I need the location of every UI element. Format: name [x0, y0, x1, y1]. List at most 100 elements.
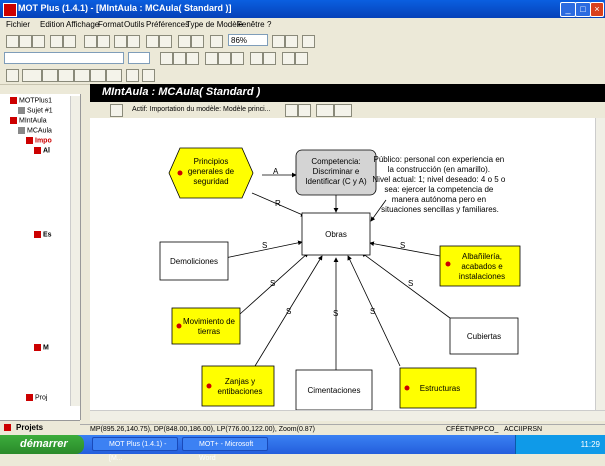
tree-item[interactable]: MCAula [18, 127, 52, 134]
align-center-icon[interactable] [218, 52, 231, 65]
print-icon[interactable] [50, 35, 63, 48]
node-marker-icon [176, 323, 182, 329]
home-icon[interactable] [285, 104, 298, 117]
oval-procedure-icon[interactable] [58, 69, 74, 82]
cut-icon[interactable] [84, 35, 97, 48]
tree-item[interactable]: Al [34, 147, 50, 154]
tree-item[interactable]: Sujet #1 [18, 107, 53, 114]
menu-outils[interactable]: Outils [124, 20, 144, 29]
diagram-icon [18, 127, 25, 134]
project-tree: MOTPlus1 Sujet #1 MIntAula MCAula Impo A… [0, 94, 81, 420]
new-icon[interactable] [6, 35, 19, 48]
link-label-r: R [275, 199, 281, 208]
forward-arrow-icon[interactable] [334, 104, 352, 117]
node-marker-icon [206, 383, 212, 389]
save-icon[interactable] [32, 35, 45, 48]
link-label-s: S [408, 279, 413, 288]
link-label-a: A [273, 167, 279, 176]
up-icon[interactable] [298, 104, 311, 117]
menu-affichage[interactable]: Affichage [66, 20, 99, 29]
tree-item[interactable]: Es [34, 231, 52, 238]
italic-icon[interactable] [173, 52, 186, 65]
node-movimiento[interactable] [171, 307, 241, 345]
unlink-icon[interactable] [295, 52, 308, 65]
albanileria-line2: acabados e [461, 262, 503, 271]
tree-item[interactable]: Impo [26, 137, 52, 144]
maximize-button[interactable]: □ [575, 2, 591, 17]
fill-color-icon[interactable] [250, 52, 263, 65]
canvas-horizontal-scrollbar[interactable] [90, 410, 605, 421]
node-zanjas[interactable] [201, 365, 275, 407]
menu-type-de-modele[interactable]: Type de Modèle [186, 20, 243, 29]
clear-icon[interactable] [191, 35, 204, 48]
obras-label: Obras [325, 230, 347, 239]
line-color-icon[interactable] [263, 52, 276, 65]
close-button[interactable]: × [590, 2, 604, 17]
canvas-vertical-scrollbar[interactable] [595, 118, 605, 410]
demoliciones-label: Demoliciones [170, 257, 218, 266]
minimize-button[interactable]: _ [560, 2, 576, 17]
svg-text:Albañilería,acabados einstalac: Albañilería, acabados e instalaciones [459, 252, 505, 281]
tree-item[interactable]: MIntAula [10, 117, 47, 124]
link-label-s: S [270, 279, 275, 288]
menu-help[interactable]: ? [267, 20, 271, 29]
zoom-in-icon[interactable] [272, 35, 285, 48]
menu-preferences[interactable]: Préférences [146, 20, 189, 29]
tree-scrollbar[interactable] [70, 96, 80, 406]
status-coordinates: MP(895.26,140.75), DP(848.00,186.00), LP… [90, 426, 315, 433]
back-arrow-icon[interactable] [316, 104, 334, 117]
projects-tab[interactable]: Projets [0, 420, 80, 435]
audience-note: Público: personal con experiencia en la … [372, 155, 507, 214]
hexagon-icon[interactable] [74, 69, 90, 82]
zoom-out-icon[interactable] [285, 35, 298, 48]
properties-icon[interactable] [210, 35, 223, 48]
link-label-s: S [333, 309, 338, 318]
standard-toolbar: 86% [0, 32, 605, 50]
bold-icon[interactable] [160, 52, 173, 65]
menu-edition[interactable]: Edition [40, 20, 64, 29]
ellipse-icon[interactable] [90, 69, 106, 82]
rect-concept-icon[interactable] [22, 69, 42, 82]
zoom-select[interactable]: 86% [228, 34, 268, 46]
undo-icon[interactable] [146, 35, 159, 48]
link-icon[interactable] [282, 52, 295, 65]
help-icon[interactable] [302, 35, 315, 48]
taskbar-item-motplus[interactable]: MOT Plus (1.4.1) - [M... [92, 437, 178, 462]
tree-item[interactable]: MOTPlus1 [10, 97, 52, 104]
menu-format[interactable]: Format [98, 20, 123, 29]
taskbar-item-word[interactable]: MOT+ - Microsoft Word [182, 437, 268, 462]
preview-icon[interactable] [63, 35, 76, 48]
start-button[interactable]: démarrer [0, 435, 84, 454]
delete-icon[interactable] [178, 35, 191, 48]
redo-icon[interactable] [159, 35, 172, 48]
nav-model-icon[interactable] [110, 104, 123, 117]
paste-icon[interactable] [114, 35, 127, 48]
open-icon[interactable] [19, 35, 32, 48]
node-marker-icon [404, 385, 410, 391]
copy-icon[interactable] [97, 35, 110, 48]
competencia-line3: Identificar (C y A) [305, 177, 367, 186]
menu-fichier[interactable]: Fichier [6, 20, 30, 29]
paste-special-icon[interactable] [127, 35, 140, 48]
arrow-link-icon[interactable] [106, 69, 122, 82]
comment-icon[interactable] [126, 69, 139, 82]
svg-text:Principiosgenerales desegurida: Principios generales de seguridad [188, 157, 235, 186]
size-combo[interactable] [128, 52, 150, 64]
diagram-canvas[interactable]: A R S S S S S S S Principios generales de… [90, 118, 595, 410]
movimiento-line2: tierras [198, 327, 220, 336]
align-left-icon[interactable] [205, 52, 218, 65]
model-icon [10, 117, 17, 124]
tool-icon[interactable] [142, 69, 155, 82]
folder-icon [34, 344, 41, 351]
zanjas-line1: Zanjas y [225, 377, 255, 386]
font-combo[interactable] [4, 52, 124, 64]
diagram-header: MIntAula : MCAula( Standard ) [90, 84, 605, 102]
principle-icon[interactable] [42, 69, 58, 82]
pointer-icon[interactable] [6, 69, 19, 82]
align-right-icon[interactable] [231, 52, 244, 65]
tree-item[interactable]: Proj [26, 394, 47, 401]
underline-icon[interactable] [186, 52, 199, 65]
tree-item[interactable]: M [34, 344, 49, 351]
menu-fenetre[interactable]: Fenêtre [237, 20, 265, 29]
folder-icon [34, 231, 41, 238]
